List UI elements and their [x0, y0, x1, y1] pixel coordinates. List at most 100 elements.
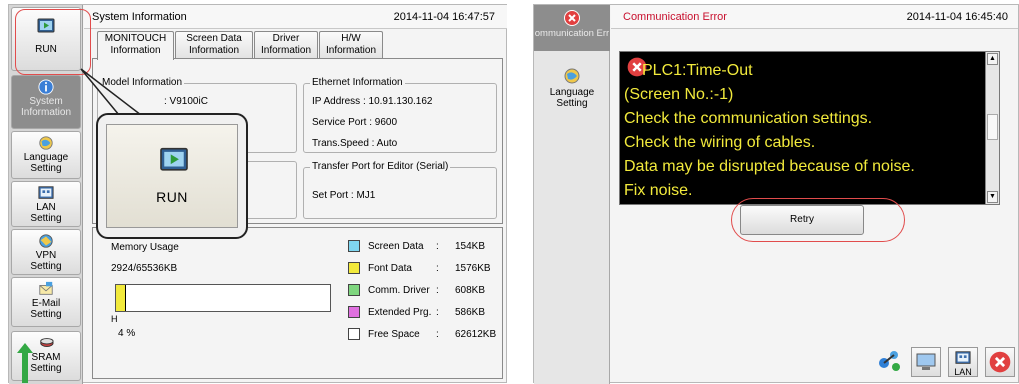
error-icon: [564, 10, 580, 26]
tab-label: H/W Information: [325, 33, 377, 56]
tab-driver-information[interactable]: Driver Information: [254, 31, 318, 59]
legend-sep: :: [436, 241, 439, 252]
trans-speed: Trans.Speed : Auto: [312, 138, 398, 149]
ethernet-information-group: Ethernet Information IP Address : 10.91.…: [303, 77, 497, 153]
group-title: Transfer Port for Editor (Serial): [310, 161, 451, 172]
memory-usage-title: Memory Usage: [111, 242, 179, 253]
memory-usage-value: 2924/65536KB: [111, 263, 178, 274]
group-title: Ethernet Information: [310, 77, 405, 88]
lan-icon: [955, 351, 971, 364]
run-zoom-callout: RUN: [96, 113, 248, 239]
legend-name: Comm. Driver: [368, 285, 430, 296]
tray-label: LAN: [954, 367, 972, 377]
right-sidebar: ommunication Err Language Setting: [534, 5, 610, 384]
legend-swatch-extended-prg: [348, 306, 360, 318]
sidebar-item-language[interactable]: Language Setting: [11, 131, 81, 179]
run-button-highlight: [15, 9, 91, 75]
tab-label: Screen Data Information: [186, 33, 242, 56]
tab-hw-information[interactable]: H/W Information: [319, 31, 383, 59]
legend-name: Extended Prg.: [368, 307, 432, 318]
message-line: PLC1:Time-Out: [642, 62, 753, 79]
sram-icon: [40, 338, 54, 347]
model-type-value: : V9100iC: [164, 96, 208, 107]
page-title: Communication Error: [623, 11, 727, 23]
datetime: 2014-11-04 16:47:57: [393, 11, 495, 23]
communication-error-tab[interactable]: ommunication Err: [534, 5, 610, 51]
run-screen-icon: [160, 147, 188, 171]
scroll-thumb[interactable]: [987, 114, 998, 140]
message-line: Check the wiring of cables.: [624, 134, 816, 151]
memory-bar-marker: H: [111, 314, 118, 324]
sidebar-item-label: Language Setting: [549, 87, 595, 109]
set-port: Set Port : MJ1: [312, 190, 376, 201]
sidebar-item-email[interactable]: E-Mail Setting: [11, 277, 81, 327]
legend-swatch-font-data: [348, 262, 360, 274]
datetime: 2014-11-04 16:45:40: [906, 11, 1008, 23]
run-button-zoomed: RUN: [106, 124, 238, 228]
title-bar: System Information 2014-11-04 16:47:57: [84, 5, 507, 29]
display-icon[interactable]: [911, 347, 941, 377]
tab-screen-data-information[interactable]: Screen Data Information: [175, 31, 253, 59]
legend-name: Font Data: [368, 263, 412, 274]
error-icon: [989, 351, 1011, 373]
legend-sep: :: [436, 285, 439, 296]
sidebar-item-system-information[interactable]: System Information: [11, 75, 81, 129]
email-icon: [39, 281, 53, 295]
error-message-box: PLC1:Time-Out (Screen No.:-1) Check the …: [619, 51, 1000, 205]
message-scrollbar[interactable]: ▲ ▼: [985, 52, 999, 204]
sidebar-item-language[interactable]: Language Setting: [536, 67, 608, 117]
language-icon: [564, 68, 580, 84]
sidebar-item-label: VPN Setting: [30, 250, 62, 272]
transfer-port-group: Transfer Port for Editor (Serial) Set Po…: [303, 161, 497, 219]
message-line: Check the communication settings.: [624, 110, 873, 127]
scroll-down-button[interactable]: ▼: [987, 191, 998, 203]
sidebar-item-label: E-Mail Setting: [30, 298, 62, 320]
legend-value: 586KB: [455, 307, 486, 318]
memory-usage-bar: [115, 284, 331, 312]
info-icon: [38, 79, 54, 95]
service-port: Service Port : 9600: [312, 117, 398, 128]
error-status-button[interactable]: [985, 347, 1015, 377]
system-information-screen: RUN System Information Language Setting …: [8, 4, 507, 384]
sidebar-item-label: LAN Setting: [30, 202, 62, 224]
retry-button[interactable]: Retry: [740, 205, 864, 235]
legend-value: 608KB: [455, 285, 486, 296]
tab-label: MONITOUCH Information: [104, 33, 167, 56]
title-bar: Communication Error 2014-11-04 16:45:40: [611, 5, 1018, 29]
communication-error-screen: ommunication Err Language Setting Commun…: [533, 4, 1019, 384]
legend-value: 62612KB: [455, 329, 497, 340]
memory-usage-panel: Memory Usage 2924/65536KB H 4 % Screen D…: [92, 227, 503, 379]
sidebar-item-lan[interactable]: LAN Setting: [11, 181, 81, 227]
lan-status-button[interactable]: LAN: [948, 347, 978, 377]
scroll-up-arrow-icon[interactable]: [17, 343, 33, 383]
sidebar-item-vpn[interactable]: VPN Setting: [11, 229, 81, 275]
network-status-icon[interactable]: [874, 347, 904, 377]
legend-name: Free Space: [368, 329, 420, 340]
sidebar-head-label: ommunication Err: [534, 28, 610, 39]
legend-swatch-free-space: [348, 328, 360, 340]
message-line: Fix noise.: [624, 182, 693, 199]
message-line: Data may be disrupted because of noise.: [624, 158, 915, 175]
legend-sep: :: [436, 329, 439, 340]
legend-value: 154KB: [455, 241, 486, 252]
legend-sep: :: [436, 307, 439, 318]
message-line: (Screen No.:-1): [624, 86, 734, 103]
legend-swatch-screen-data: [348, 240, 360, 252]
ip-address: IP Address : 10.91.130.162: [312, 96, 433, 107]
legend-name: Screen Data: [368, 241, 424, 252]
lan-icon: [38, 186, 54, 199]
scroll-up-button[interactable]: ▲: [987, 53, 998, 65]
vpn-icon: [39, 234, 53, 248]
sidebar-item-label: Language Setting: [23, 152, 69, 174]
page-title: System Information: [92, 11, 187, 23]
tab-label: Driver Information: [260, 33, 312, 56]
memory-usage-fill: [116, 285, 126, 311]
legend-swatch-comm-driver: [348, 284, 360, 296]
tab-monitouch-information[interactable]: MONITOUCH Information: [97, 31, 174, 60]
memory-percent: 4 %: [118, 328, 136, 339]
legend-sep: :: [436, 263, 439, 274]
sidebar-item-label: System Information: [20, 96, 72, 118]
legend-value: 1576KB: [455, 263, 491, 274]
run-label-zoomed: RUN: [156, 189, 188, 205]
language-icon: [39, 136, 53, 150]
